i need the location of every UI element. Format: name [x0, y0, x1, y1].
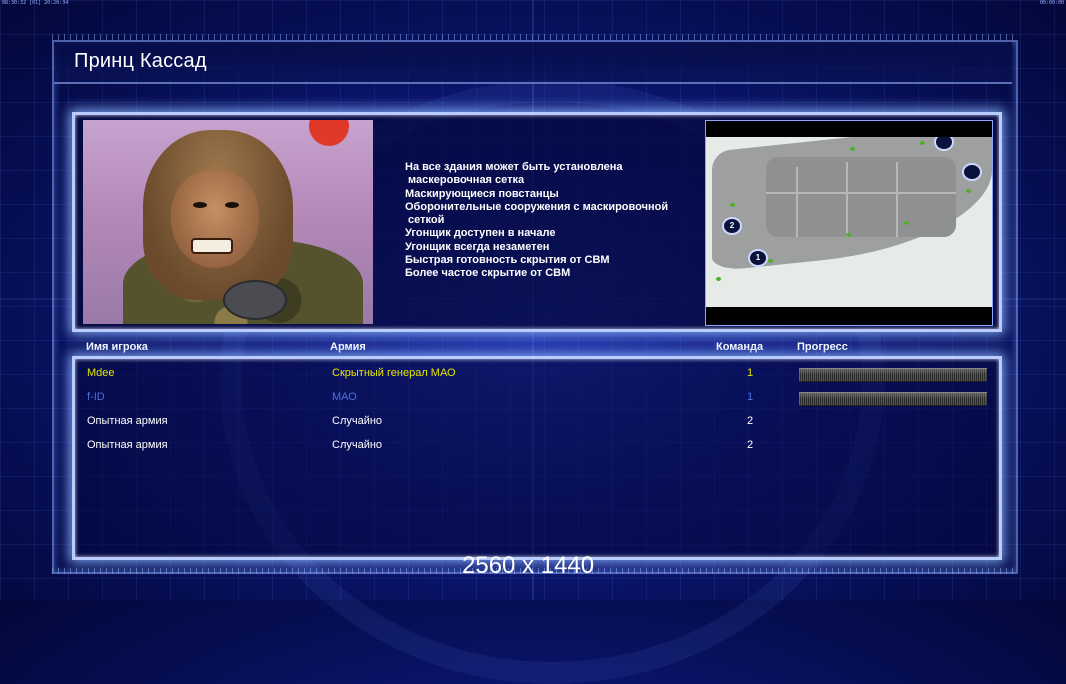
- column-header-progress: Прогресс: [797, 341, 848, 353]
- general-portrait: [83, 120, 373, 324]
- general-info-panel: На все здания может быть установлена мас…: [72, 112, 1002, 332]
- minimap-tree: [730, 203, 735, 207]
- perk-item: Маскирующиеся повстанцы: [405, 187, 559, 200]
- perk-item: Оборонительные сооружения с маскировочно…: [405, 200, 669, 213]
- minimap-frame: 2 1: [705, 120, 993, 326]
- portrait-mouth: [191, 238, 233, 254]
- perk-item: На все здания может быть установлена: [405, 161, 623, 173]
- minimap-road: [766, 192, 956, 194]
- hud-clock-right: 00:00:00: [1039, 0, 1064, 6]
- minimap-tree: [850, 147, 855, 151]
- table-row: Mdee Скрытный генерал МАО 1: [75, 363, 999, 385]
- player-team: 2: [746, 439, 754, 451]
- portrait-eye-left: [193, 202, 207, 208]
- table-row: f-ID МАО 1: [75, 387, 999, 409]
- player-name: f-ID: [87, 391, 105, 403]
- column-header-army: Армия: [330, 341, 366, 353]
- minimap-tree: [846, 233, 851, 237]
- hud-top-bar: 08:30:32 [01] 20:20:34 00:00:00: [0, 0, 1066, 8]
- column-header-team: Команда: [716, 341, 764, 353]
- portrait-eye-right: [225, 202, 239, 208]
- perk-item: Угонщик доступен в начале: [405, 227, 556, 240]
- player-team: 1: [746, 391, 754, 403]
- player-name: Mdee: [87, 367, 115, 379]
- perk-item: Угонщик всегда незаметен: [405, 240, 550, 253]
- perk-item: Быстрая готовность скрытия от СВМ: [405, 254, 610, 267]
- player-army: Случайно: [332, 415, 383, 427]
- perk-item: маскеровочная сетка: [405, 174, 525, 187]
- minimap-spawn-empty[interactable]: [962, 163, 982, 181]
- minimap[interactable]: 2 1: [706, 137, 992, 307]
- player-army: МАО: [332, 391, 357, 403]
- resolution-label: 2560 x 1440: [462, 552, 595, 579]
- minimap-road: [846, 162, 848, 237]
- minimap-road: [896, 162, 898, 237]
- player-army: Случайно: [332, 439, 383, 451]
- table-row: Опытная армия Случайно 2: [75, 435, 999, 457]
- minimap-tree: [966, 189, 971, 193]
- table-row: Опытная армия Случайно 2: [75, 411, 999, 433]
- minimap-tree: [904, 221, 909, 225]
- player-progress-bar: [799, 392, 987, 406]
- player-name: Опытная армия: [87, 415, 168, 427]
- player-progress-bar: [799, 368, 987, 382]
- player-name: Опытная армия: [87, 439, 168, 451]
- minimap-town: [766, 157, 956, 237]
- players-table: Mdee Скрытный генерал МАО 1 f-ID МАО 1 О…: [72, 356, 1002, 560]
- portrait-sun: [309, 120, 349, 146]
- player-team: 2: [746, 415, 754, 427]
- perk-item: Более частое скрытие от СВМ: [405, 267, 571, 280]
- minimap-tree: [768, 259, 773, 263]
- minimap-tree: [920, 141, 925, 145]
- portrait-grenade: [223, 280, 287, 320]
- hud-clock-left: 08:30:32 [01] 20:20:34: [2, 0, 69, 6]
- minimap-road: [796, 167, 798, 237]
- minimap-spawn-2[interactable]: 2: [722, 217, 742, 235]
- column-header-player: Имя игрока: [86, 341, 148, 353]
- minimap-spawn-1[interactable]: 1: [748, 249, 768, 267]
- title-bar: Принц Кассад: [54, 42, 1012, 84]
- minimap-tree: [716, 277, 721, 281]
- player-army: Скрытный генерал МАО: [332, 367, 456, 379]
- page-title: Принц Кассад: [74, 50, 207, 72]
- player-team: 1: [746, 367, 754, 379]
- perk-list: На все здания может быть установлена мас…: [405, 161, 705, 281]
- perk-item: сеткой: [405, 214, 445, 227]
- top-tick-ruler: [52, 34, 1014, 40]
